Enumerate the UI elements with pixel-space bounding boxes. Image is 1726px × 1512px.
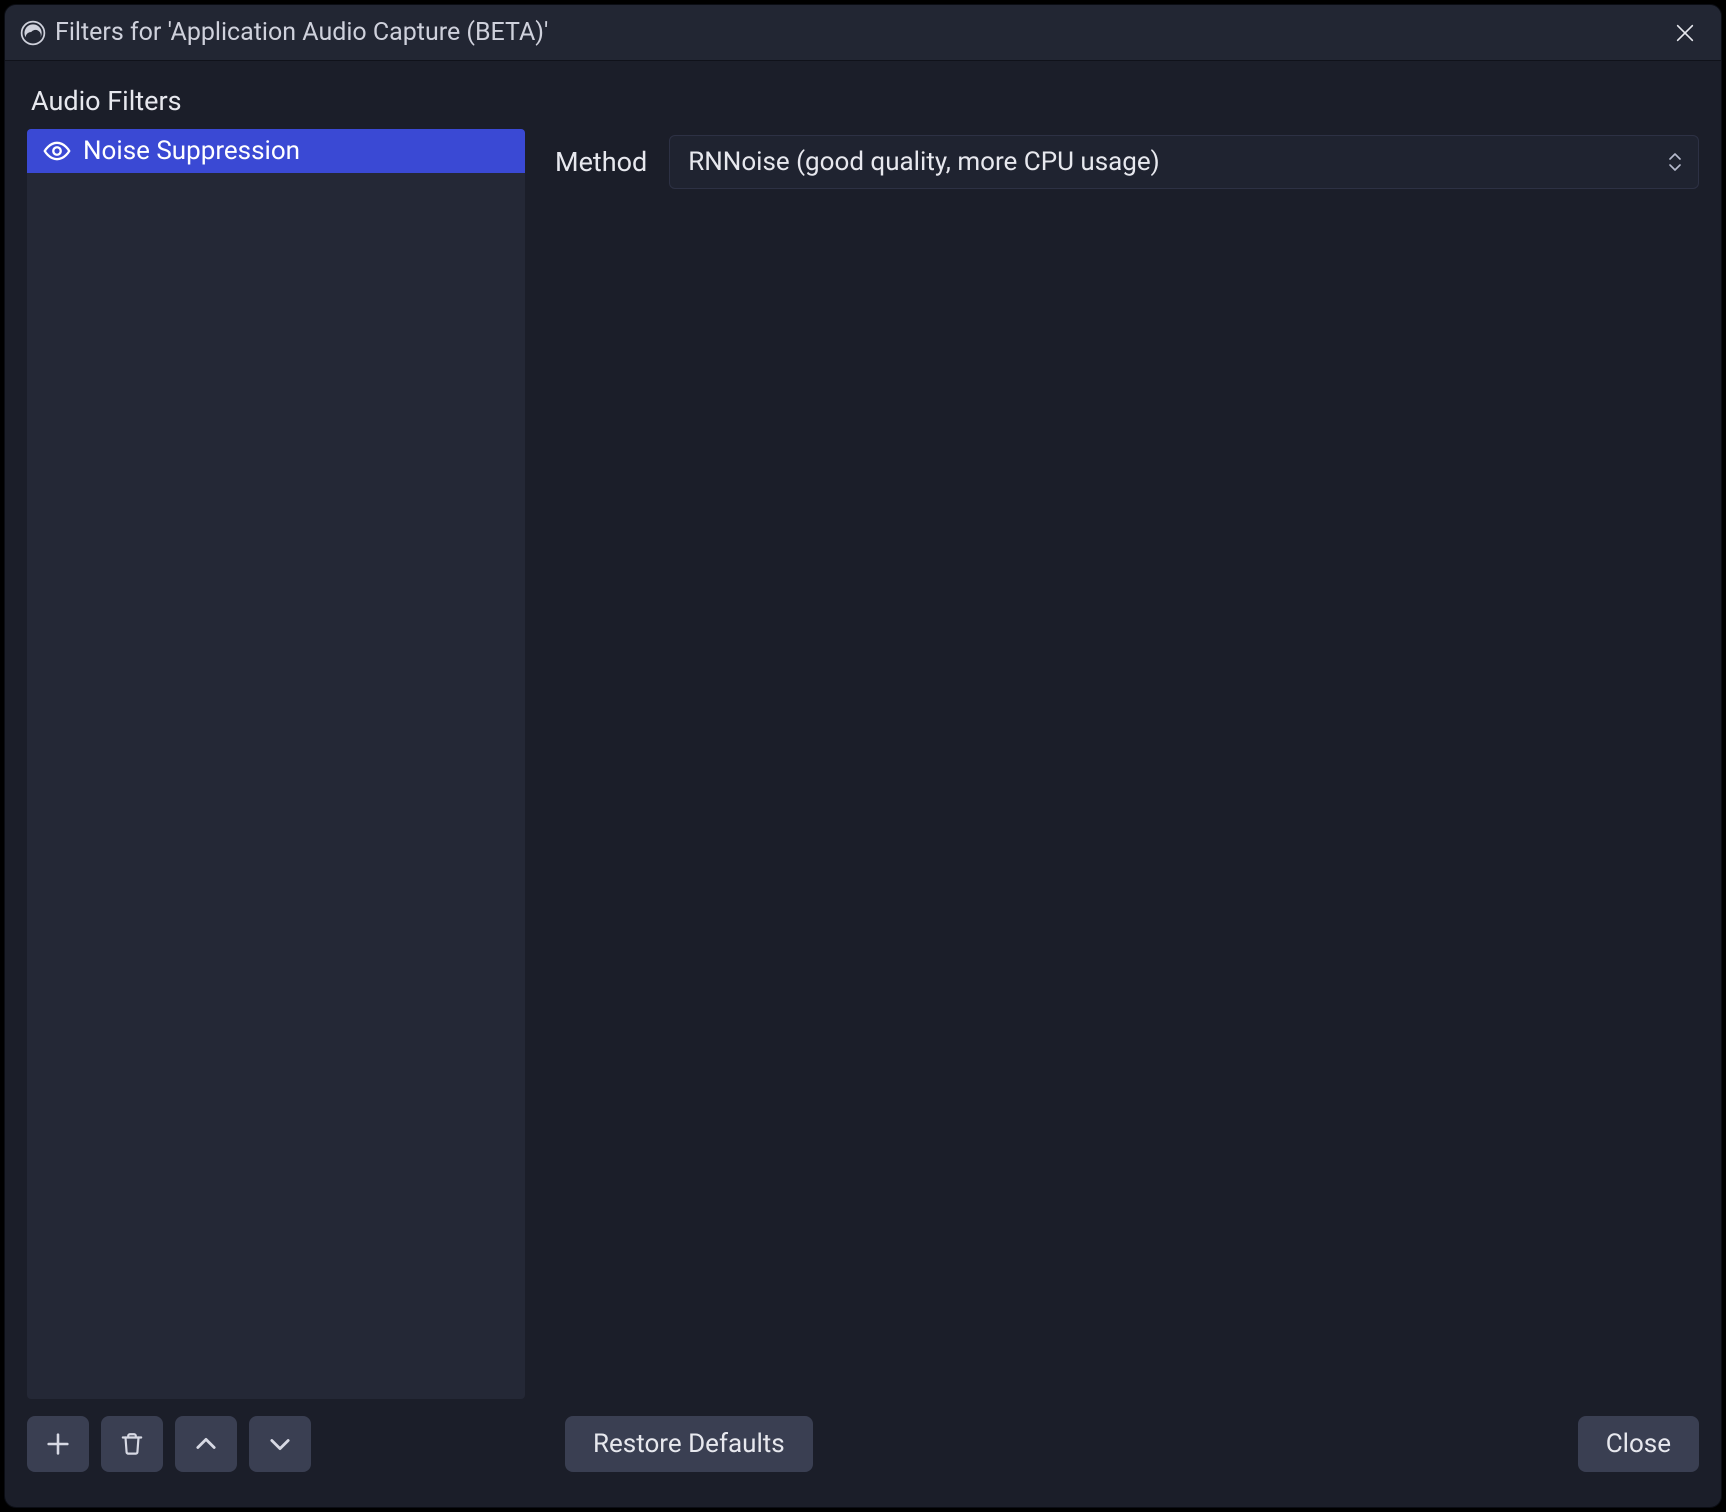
move-filter-up-button[interactable] xyxy=(175,1416,237,1472)
audio-filters-heading: Audio Filters xyxy=(31,85,1699,117)
plus-icon xyxy=(44,1430,72,1458)
method-select[interactable]: RNNoise (good quality, more CPU usage) xyxy=(669,135,1699,189)
dialog-footer: Restore Defaults Close xyxy=(5,1399,1721,1507)
visibility-toggle-icon[interactable] xyxy=(43,137,71,165)
remove-filter-button[interactable] xyxy=(101,1416,163,1472)
filter-item-label: Noise Suppression xyxy=(83,136,300,166)
chevron-up-icon xyxy=(192,1430,220,1458)
window-title: Filters for 'Application Audio Capture (… xyxy=(55,18,548,47)
filter-list[interactable]: Noise Suppression xyxy=(27,129,525,1399)
add-filter-button[interactable] xyxy=(27,1416,89,1472)
restore-defaults-button[interactable]: Restore Defaults xyxy=(565,1416,813,1472)
filters-dialog: Filters for 'Application Audio Capture (… xyxy=(4,4,1722,1508)
close-icon xyxy=(1674,22,1696,44)
close-button[interactable]: Close xyxy=(1578,1416,1699,1472)
window-close-button[interactable] xyxy=(1667,15,1703,51)
select-caret-icon xyxy=(1668,153,1682,171)
restore-defaults-label: Restore Defaults xyxy=(593,1429,785,1459)
trash-icon xyxy=(119,1431,145,1457)
close-button-label: Close xyxy=(1606,1429,1671,1459)
obs-icon xyxy=(19,19,47,47)
chevron-down-icon xyxy=(266,1430,294,1458)
method-label: Method xyxy=(555,146,647,178)
filter-settings-panel: Method RNNoise (good quality, more CPU u… xyxy=(555,129,1699,1399)
titlebar: Filters for 'Application Audio Capture (… xyxy=(5,5,1721,61)
dialog-content: Audio Filters Noise Suppression xyxy=(5,61,1721,1399)
main-row: Noise Suppression Method RNNoise (good q… xyxy=(27,129,1699,1399)
method-row: Method RNNoise (good quality, more CPU u… xyxy=(555,135,1699,189)
method-select-value: RNNoise (good quality, more CPU usage) xyxy=(688,147,1160,177)
filter-item-noise-suppression[interactable]: Noise Suppression xyxy=(27,129,525,173)
move-filter-down-button[interactable] xyxy=(249,1416,311,1472)
